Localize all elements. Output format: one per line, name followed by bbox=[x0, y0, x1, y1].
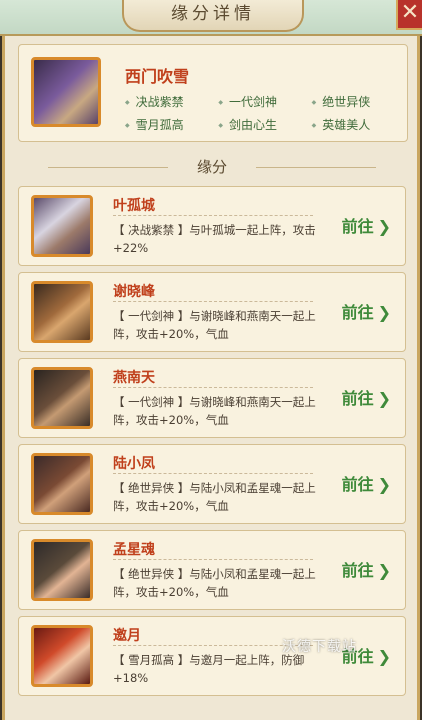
relation-row: 叶孤城 【 决战紫禁 】与叶孤城一起上阵，攻击+22% 前往 ❯ bbox=[18, 186, 406, 266]
relation-row: 陆小凤 【 绝世异侠 】与陆小凤和孟星魂一起上阵，攻击+20%，气血 前往 ❯ bbox=[18, 444, 406, 524]
relation-list: 叶孤城 【 决战紫禁 】与叶孤城一起上阵，攻击+22% 前往 ❯ 谢晓峰 【 一代… bbox=[18, 186, 406, 702]
fate-description: 【 绝世异侠 】与陆小凤和孟星魂一起上阵，攻击+20%，气血 bbox=[113, 567, 316, 599]
goto-button[interactable]: 前往 ❯ bbox=[342, 299, 391, 323]
character-portrait bbox=[31, 195, 93, 257]
goto-button[interactable]: 前往 ❯ bbox=[342, 385, 391, 409]
character-name: 谢晓峰 bbox=[113, 284, 155, 300]
character-portrait bbox=[31, 625, 93, 687]
hero-name: 西门吹雪 bbox=[125, 67, 190, 86]
character-name: 孟星魂 bbox=[113, 542, 155, 558]
fate-description: 【 绝世异侠 】与陆小凤和孟星魂一起上阵，攻击+20%，气血 bbox=[113, 481, 316, 513]
fate-description: 【 一代剑神 】与谢晓峰和燕南天一起上阵，攻击+20%，气血 bbox=[113, 395, 316, 427]
goto-button[interactable]: 前往 ❯ bbox=[342, 471, 391, 495]
chevron-right-icon: ❯ bbox=[377, 647, 391, 666]
goto-label: 前往 bbox=[341, 217, 374, 236]
goto-label: 前往 bbox=[341, 389, 374, 408]
hero-portrait bbox=[31, 57, 101, 127]
fate-tag: 绝世异侠 bbox=[312, 93, 405, 110]
goto-label: 前往 bbox=[341, 561, 374, 580]
character-name: 陆小凤 bbox=[113, 456, 155, 472]
character-portrait bbox=[31, 281, 93, 343]
title-bar: 缘分详情 ✕ bbox=[0, 0, 422, 36]
divider bbox=[113, 387, 313, 389]
fate-tag: 决战紫禁 bbox=[125, 93, 218, 110]
hero-fate-tags: 决战紫禁 一代剑神 绝世异侠 雪月孤高 剑由心生 英雄美人 bbox=[125, 93, 405, 133]
character-name: 邀月 bbox=[113, 628, 141, 644]
character-portrait bbox=[31, 539, 93, 601]
relation-row: 邀月 【 雪月孤高 】与邀月一起上阵，防御+18% 前往 ❯ bbox=[18, 616, 406, 696]
character-portrait bbox=[31, 453, 93, 515]
goto-label: 前往 bbox=[341, 475, 374, 494]
chevron-right-icon: ❯ bbox=[377, 217, 391, 236]
chevron-right-icon: ❯ bbox=[377, 303, 391, 322]
chevron-right-icon: ❯ bbox=[377, 561, 391, 580]
goto-button[interactable]: 前往 ❯ bbox=[342, 213, 391, 237]
relation-row: 谢晓峰 【 一代剑神 】与谢晓峰和燕南天一起上阵，攻击+20%，气血 前往 ❯ bbox=[18, 272, 406, 352]
divider bbox=[113, 473, 313, 475]
section-header: 缘分 bbox=[18, 152, 406, 182]
close-icon: ✕ bbox=[400, 0, 420, 25]
goto-label: 前往 bbox=[341, 303, 374, 322]
close-button[interactable]: ✕ bbox=[396, 0, 422, 30]
fate-description: 【 决战紫禁 】与叶孤城一起上阵，攻击+22% bbox=[113, 223, 316, 255]
character-name: 叶孤城 bbox=[113, 198, 155, 214]
fate-tag: 剑由心生 bbox=[218, 116, 311, 133]
goto-button[interactable]: 前往 ❯ bbox=[342, 557, 391, 581]
character-name: 燕南天 bbox=[113, 370, 155, 386]
fate-description: 【 一代剑神 】与谢晓峰和燕南天一起上阵，攻击+20%，气血 bbox=[113, 309, 316, 341]
divider bbox=[113, 559, 313, 561]
fate-tag: 雪月孤高 bbox=[125, 116, 218, 133]
watermark: 沃德下载站 bbox=[282, 639, 357, 655]
fate-tag: 一代剑神 bbox=[218, 93, 311, 110]
window-title: 缘分详情 bbox=[122, 0, 304, 32]
hero-card: 西门吹雪 决战紫禁 一代剑神 绝世异侠 雪月孤高 剑由心生 英雄美人 bbox=[18, 44, 408, 142]
divider bbox=[113, 301, 313, 303]
divider bbox=[113, 215, 313, 217]
fate-description: 【 雪月孤高 】与邀月一起上阵，防御+18% bbox=[113, 653, 305, 685]
chevron-right-icon: ❯ bbox=[377, 475, 391, 494]
relation-row: 孟星魂 【 绝世异侠 】与陆小凤和孟星魂一起上阵，攻击+20%，气血 前往 ❯ bbox=[18, 530, 406, 610]
chevron-right-icon: ❯ bbox=[377, 389, 391, 408]
character-portrait bbox=[31, 367, 93, 429]
relation-row: 燕南天 【 一代剑神 】与谢晓峰和燕南天一起上阵，攻击+20%，气血 前往 ❯ bbox=[18, 358, 406, 438]
fate-tag: 英雄美人 bbox=[312, 116, 405, 133]
